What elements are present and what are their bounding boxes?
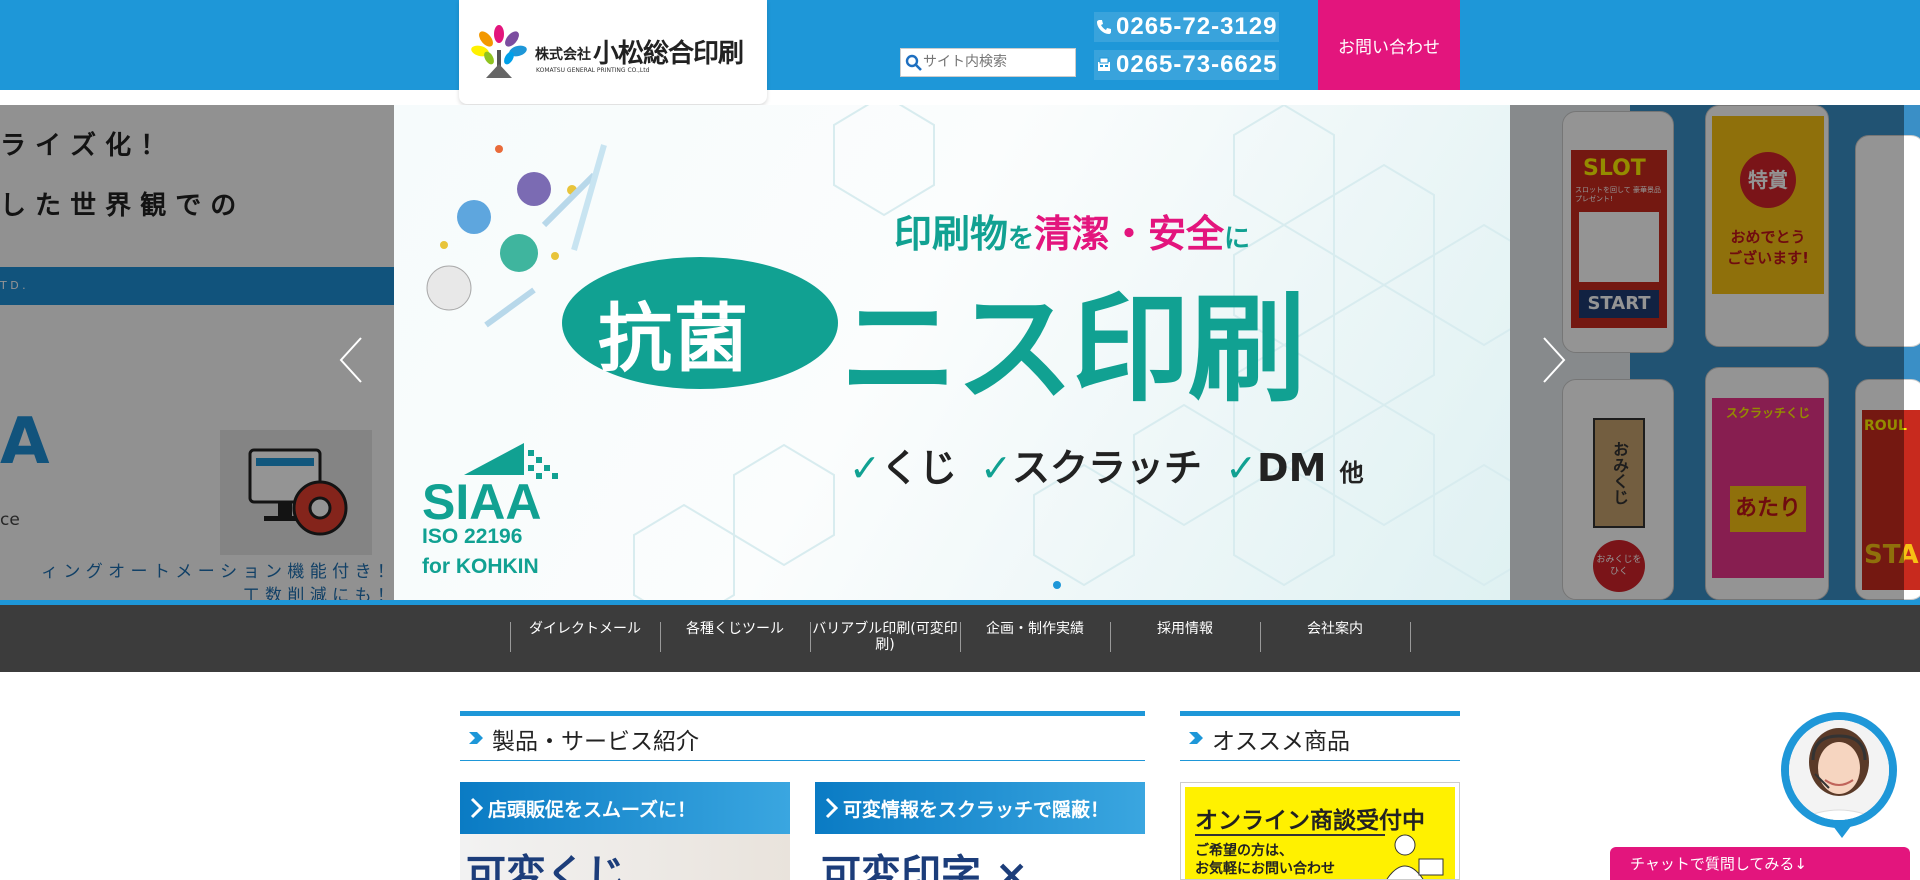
logo[interactable]: 株式会社 小松総合印刷 KOMATSU GENERAL PRINTING CO.… <box>459 0 767 104</box>
logo-company-name: 小松総合印刷 <box>593 39 744 69</box>
nav-item-variable-printing[interactable]: バリアブル印刷(可変印刷) <box>810 619 960 659</box>
check-icon: ✓ <box>980 446 1012 490</box>
product-card[interactable]: 店頭販促をスムーズに！ 可変くじ <box>460 782 790 880</box>
phone-text: 0265-72-3129 <box>1116 13 1278 40</box>
fax-number: 0265-73-6625 <box>1094 50 1280 80</box>
product-card-header: 可変情報をスクラッチで隠蔽！ <box>815 782 1145 834</box>
product-card-caption: 可変くじ <box>466 852 626 880</box>
recommended-divider <box>1195 834 1385 836</box>
product-card[interactable]: 可変情報をスクラッチで隠蔽！ 可変印字 × <box>815 782 1145 880</box>
tagline-part4: に <box>1224 224 1251 254</box>
logo-flower-icon <box>471 25 527 78</box>
antibacterial-badge-text: 抗菌 <box>598 296 750 382</box>
check-label-3: DM <box>1257 446 1327 490</box>
search-icon[interactable] <box>905 54 923 72</box>
hero-slider: ラ イ ズ 化 ！ し た 世 界 観 で の T D . A ce ィ ン グ… <box>0 105 1920 600</box>
products-section-title: 製品・サービス紹介 <box>492 729 699 755</box>
product-card-heading: 店頭販促をスムーズに！ <box>488 799 697 821</box>
tagline-part2: を <box>1008 224 1035 254</box>
chat-avatar[interactable] <box>1781 712 1897 828</box>
site-search[interactable] <box>900 48 1076 77</box>
siaa-kohkin: for KOHKIN <box>422 555 539 578</box>
check-icon: ✓ <box>849 446 881 490</box>
chat-avatar-tail <box>1830 822 1854 838</box>
section-bullet-icon <box>1189 732 1203 744</box>
main-slide-title: ニス印刷 <box>840 280 1306 418</box>
tagline-part1: 印刷物 <box>894 212 1009 256</box>
phone-icon <box>1097 20 1111 34</box>
main-nav: ダイレクトメール 各種くじツール バリアブル印刷(可変印刷) 企画・制作実績 採… <box>0 605 1920 672</box>
check-icon: ✓ <box>1225 446 1258 490</box>
slider-prev-arrow-icon[interactable] <box>333 330 373 390</box>
antibacterial-badge: 抗菌 <box>562 257 838 389</box>
nav-item-direct-mail[interactable]: ダイレクトメール <box>510 619 660 659</box>
products-section-header: 製品・サービス紹介 <box>460 711 1145 761</box>
nav-item-company[interactable]: 会社案内 <box>1260 619 1410 659</box>
recommended-subtext-1: ご希望の方は、 <box>1195 843 1293 859</box>
slide-current[interactable]: 印刷物を清潔・安全に 抗菌 ニス印刷 ✓くじ ✓スクラッチ ✓DM 他 SIAA… <box>394 105 1510 600</box>
chevron-right-icon <box>825 797 839 819</box>
product-card-caption: 可変印字 × <box>821 852 1029 880</box>
phone-number[interactable]: 0265-72-3129 <box>1094 12 1280 42</box>
check-label-2: スクラッチ <box>1011 446 1202 490</box>
chat-button[interactable]: チャットで質問してみる↓ <box>1610 847 1910 880</box>
product-card-heading: 可変情報をスクラッチで隠蔽！ <box>843 799 1110 821</box>
main-slide-tagline: 印刷物を清潔・安全に <box>894 203 1250 258</box>
siaa-iso: ISO 22196 <box>422 525 523 548</box>
slider-dot-active[interactable] <box>1053 581 1061 589</box>
logo-company-prefix: 株式会社 <box>535 47 591 63</box>
chevron-right-icon <box>470 797 484 819</box>
recommended-banner: オンライン商談受付中 ご希望の方は、 お気軽にお問い合わせ <box>1185 787 1455 879</box>
nav-item-recruit[interactable]: 採用情報 <box>1110 619 1260 659</box>
tagline-part3: 清潔・安全 <box>1034 212 1225 256</box>
slider-next-arrow-icon[interactable] <box>1532 330 1572 390</box>
fax-icon <box>1098 57 1110 71</box>
nav-item-lottery-tools[interactable]: 各種くじツール <box>660 619 810 659</box>
recommended-section-title: オススメ商品 <box>1212 729 1350 755</box>
operator-illustration-icon <box>1386 834 1444 879</box>
section-bullet-icon <box>469 732 483 744</box>
siaa-logo: SIAA <box>422 474 542 530</box>
recommended-subtext: ご希望の方は、 お気軽にお問い合わせ <box>1195 842 1335 878</box>
product-card-image: 可変くじ <box>460 834 790 880</box>
check-label-1: くじ <box>880 446 957 490</box>
product-card-header: 店頭販促をスムーズに！ <box>460 782 790 834</box>
main-slide-checks: ✓くじ ✓スクラッチ ✓DM 他 <box>849 437 1364 492</box>
check-label-tail: 他 <box>1339 459 1364 487</box>
logo-company-en: KOMATSU GENERAL PRINTING CO.,Ltd <box>536 67 650 74</box>
nav-divider <box>1410 622 1411 652</box>
recommended-card[interactable]: オンライン商談受付中 ご希望の方は、 お気軽にお問い合わせ <box>1180 782 1460 880</box>
recommended-section-header: オススメ商品 <box>1180 711 1460 761</box>
operator-avatar-icon <box>1789 720 1889 820</box>
contact-button[interactable]: お問い合わせ <box>1318 0 1460 90</box>
nav-item-works[interactable]: 企画・制作実績 <box>960 619 1110 659</box>
product-card-image: 可変印字 × <box>815 834 1145 880</box>
recommended-subtext-2: お気軽にお問い合わせ <box>1195 861 1335 877</box>
fax-text: 0265-73-6625 <box>1116 51 1278 78</box>
search-input[interactable] <box>923 51 1073 73</box>
